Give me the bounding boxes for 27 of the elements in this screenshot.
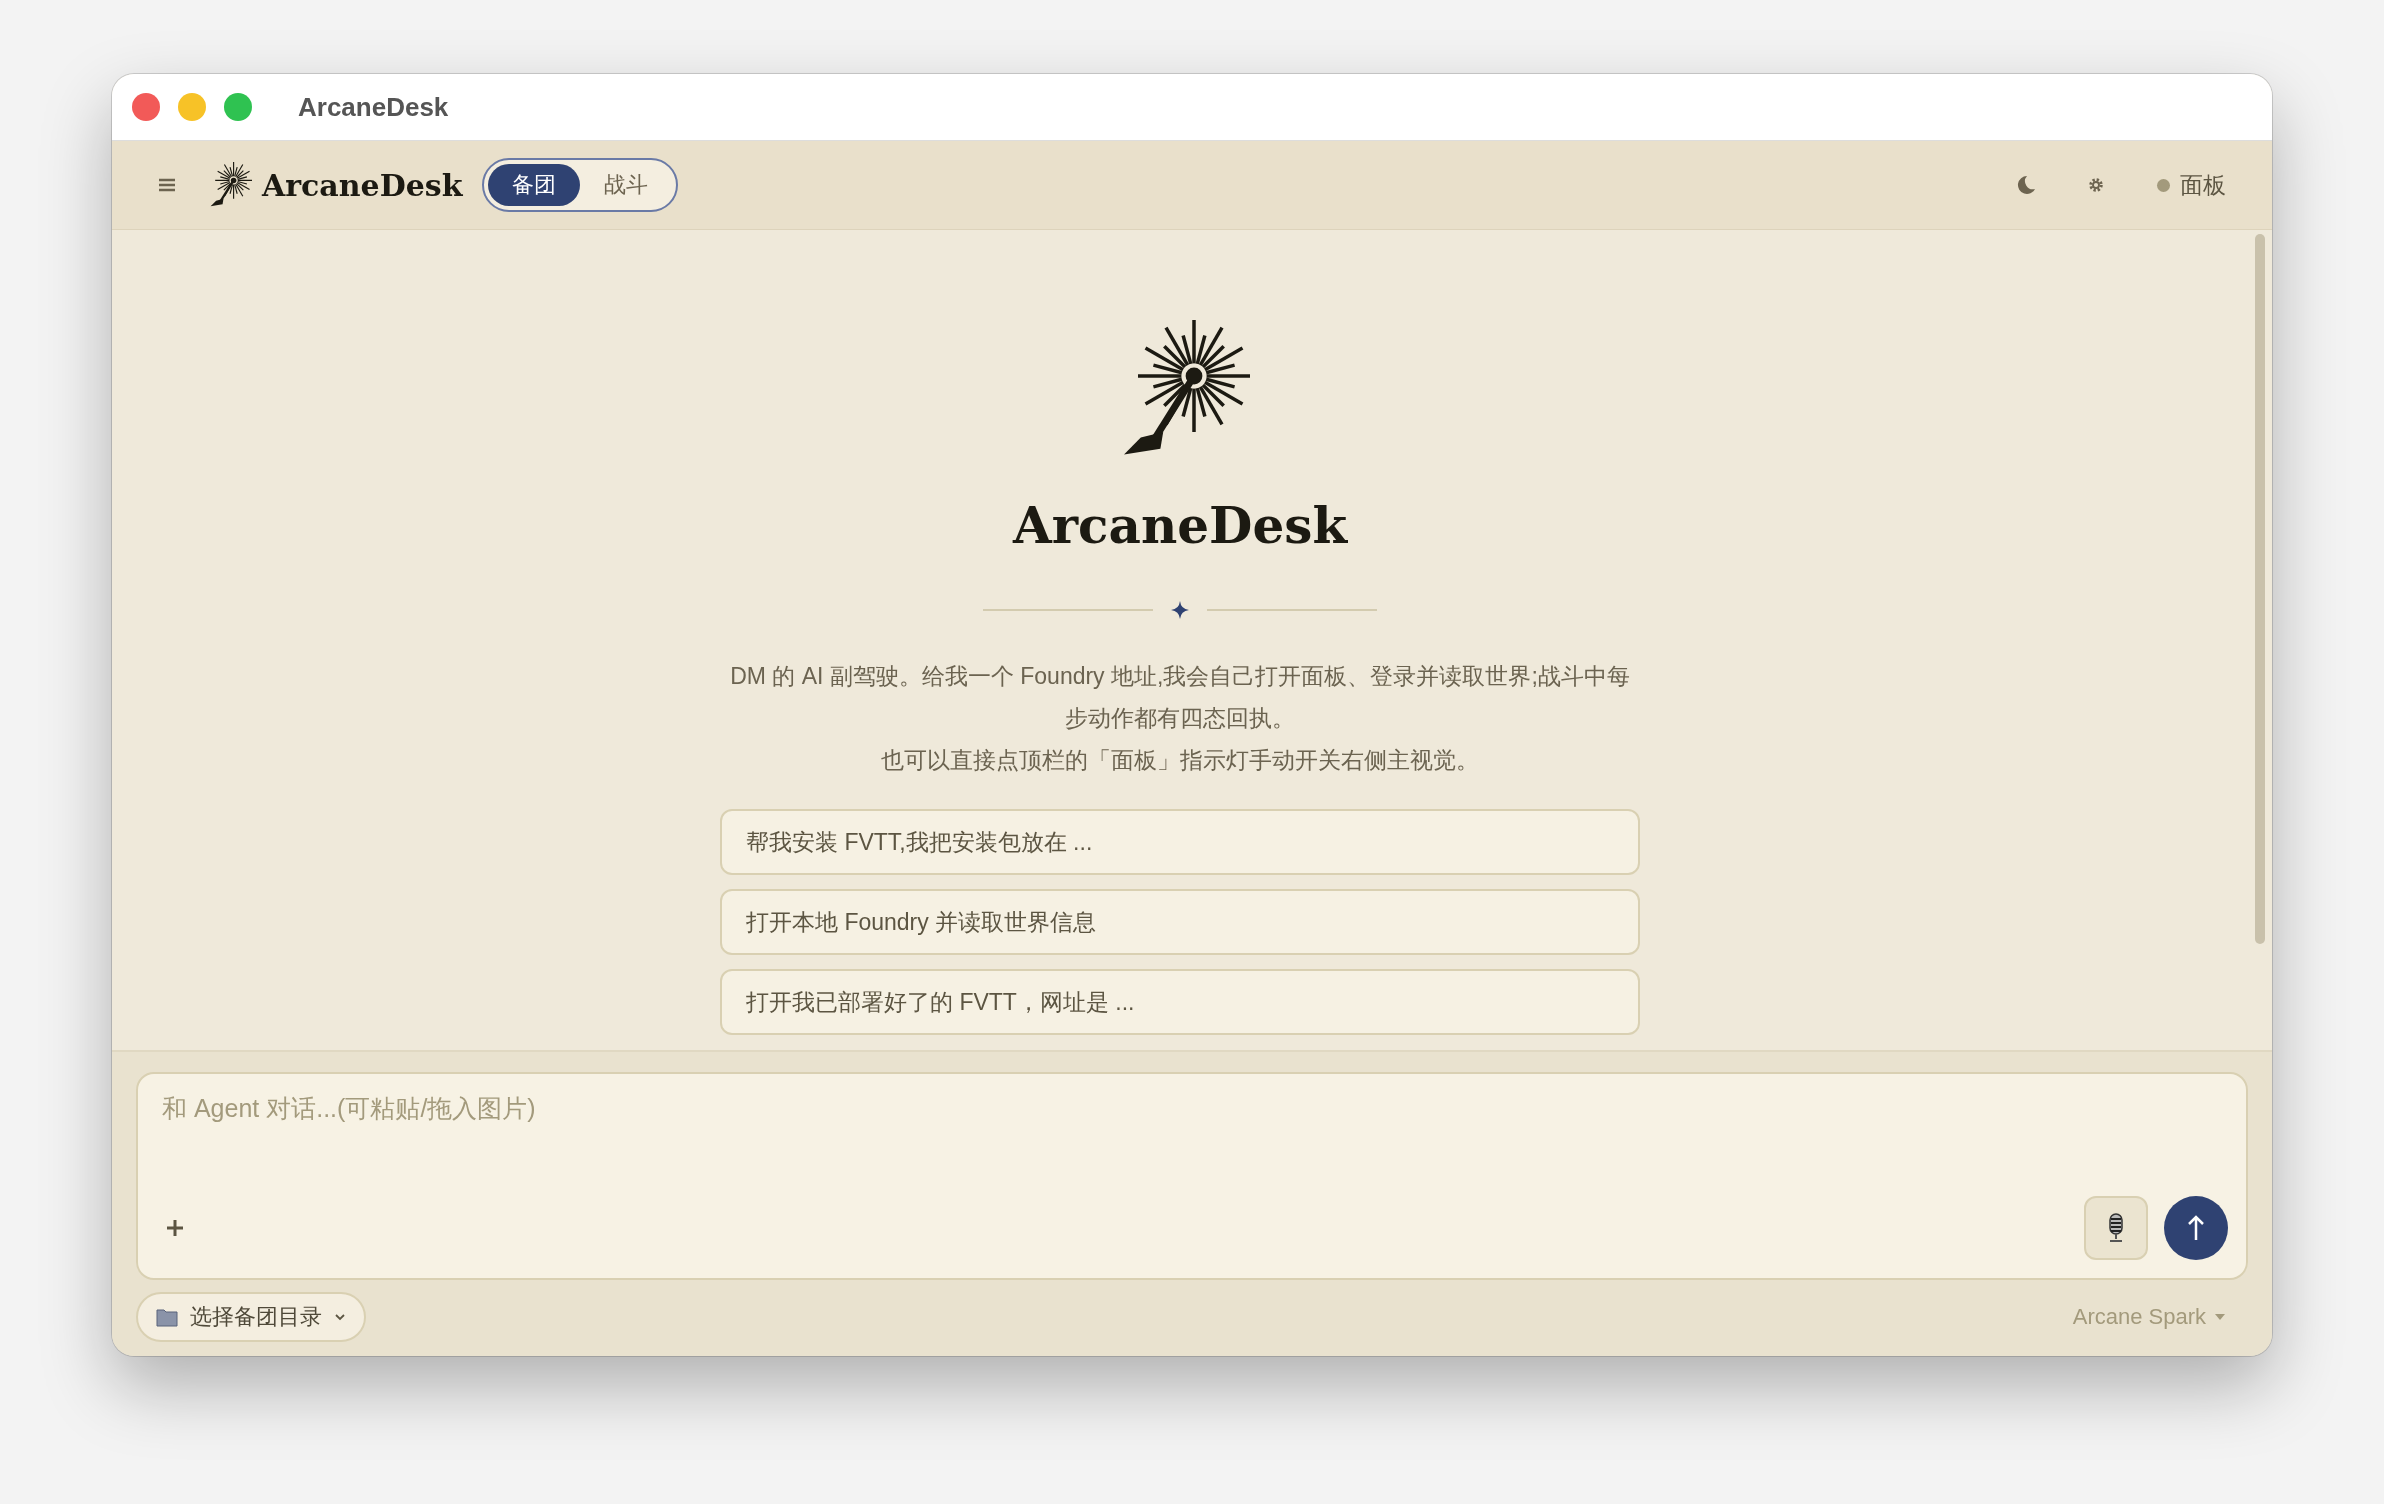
hero-title: ArcaneDesk xyxy=(1012,496,1348,555)
window-title: ArcaneDesk xyxy=(298,91,449,123)
caret-down-icon xyxy=(2214,1313,2226,1321)
scrollbar[interactable] xyxy=(2255,234,2265,944)
message-field[interactable]: 和 Agent 对话...(可粘贴/拖入图片) xyxy=(160,1090,2228,1196)
microphone-button[interactable] xyxy=(2084,1196,2148,1260)
settings-icon xyxy=(2087,176,2105,194)
app-brand: ArcaneDesk xyxy=(262,167,463,203)
intro-text: DM 的 AI 副驾驶。给我一个 Foundry 地址,我会自己打开面板、登录并读取世界;战斗中每步动作都有四态回执。 xyxy=(730,662,1630,733)
directory-selector[interactable]: 选择备团目录 xyxy=(136,1292,366,1342)
menu-icon xyxy=(158,177,176,193)
panel-label: 面板 xyxy=(2180,170,2226,200)
mode-tab[interactable]: 战斗 xyxy=(580,164,673,206)
plus-icon xyxy=(166,1219,184,1237)
maximize-button[interactable] xyxy=(224,93,252,121)
folder-icon xyxy=(156,1307,178,1327)
arrow-up-icon xyxy=(2186,1214,2206,1242)
chevron-down-icon xyxy=(334,1312,346,1322)
intro-text: 也可以直接点顶栏的「面板」指示灯手动开关右侧主视觉。 xyxy=(881,746,1479,775)
suggestion-button[interactable]: 打开本地 Foundry 并读取世界信息 xyxy=(720,889,1640,955)
mode-tab[interactable]: 备团 xyxy=(488,164,581,206)
panel-indicator[interactable]: 面板 xyxy=(2151,168,2232,202)
suggestion-button[interactable]: 打开我已部署好了的 FVTT，网址是 ... xyxy=(720,969,1640,1035)
sparkle-icon xyxy=(1171,601,1189,619)
message-composer[interactable]: 和 Agent 对话...(可粘贴/拖入图片) xyxy=(136,1072,2248,1280)
close-button[interactable] xyxy=(132,93,160,121)
suggestion-button[interactable]: 帮我安装 FVTT,我把安装包放在 ... xyxy=(720,809,1640,875)
